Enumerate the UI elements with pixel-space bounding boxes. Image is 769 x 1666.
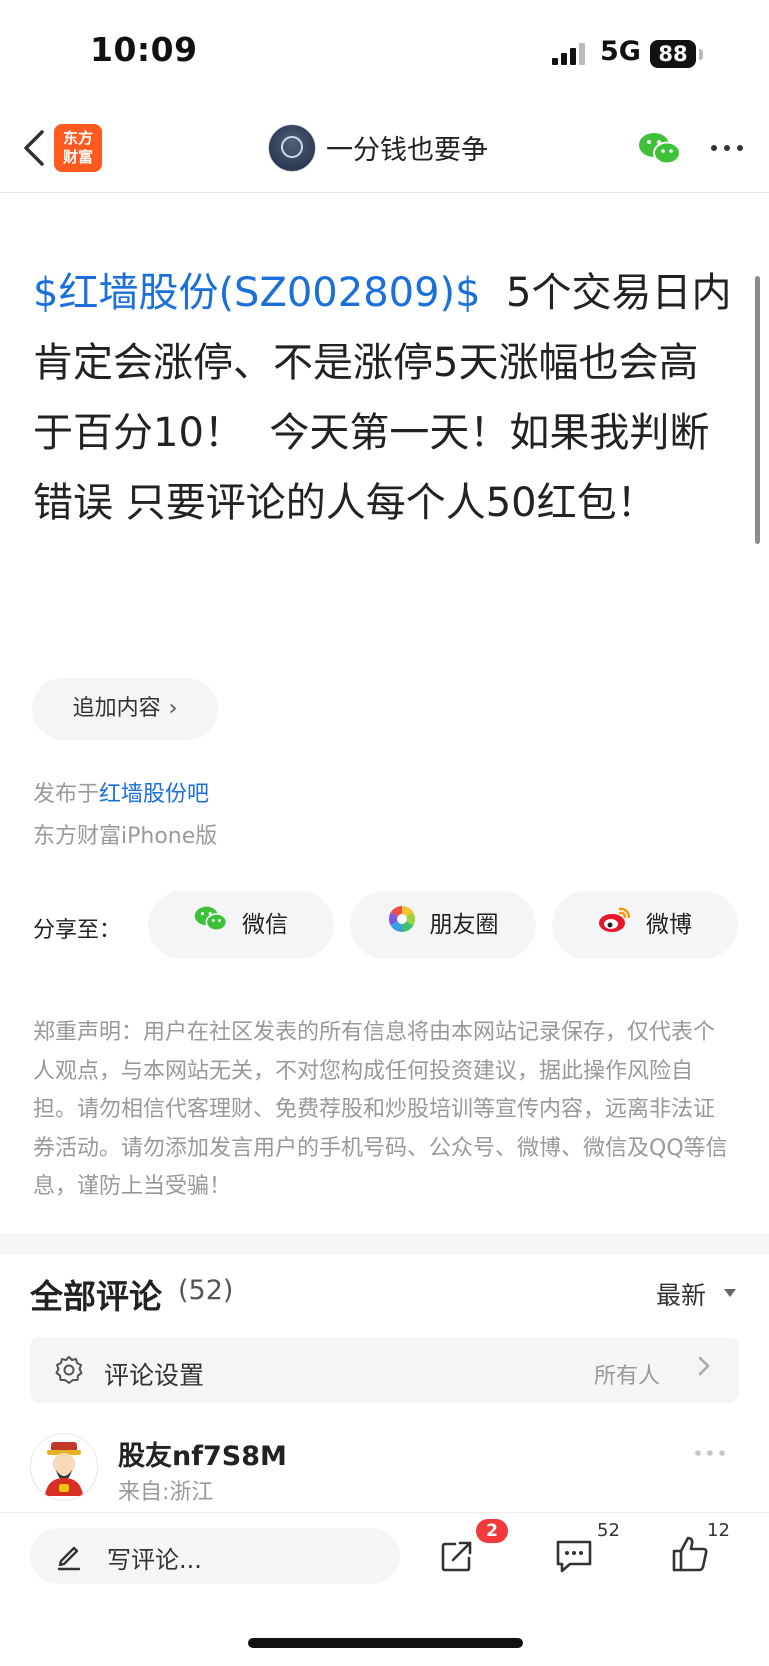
stock-tag-link[interactable]: $红墙股份(SZ002809)$ [33,270,481,316]
share-moments-label: 朋友圈 [429,912,499,938]
scrollbar[interactable] [755,276,760,544]
post-content: $红墙股份(SZ002809)$ 5个交易日内肯定会涨停、不是涨停5天涨幅也会高… [33,258,733,538]
comment-input[interactable] [30,1528,400,1584]
share-moments-button[interactable]: 朋友圈 [350,891,536,959]
comment-count: 52 [597,1520,620,1541]
commenter-location: 来自:浙江 [118,1480,214,1505]
wechat-icon [194,892,228,960]
more-icon[interactable] [694,1437,726,1467]
disclaimer-text: 郑重声明：用户在社区发表的所有信息将由本网站记录保存，仅代表个人观点，与本网站无… [33,1020,728,1199]
author-name[interactable]: 一分钱也要争 [326,128,488,167]
published-prefix: 发布于 [33,782,100,807]
network-type: 5G [600,36,641,67]
sort-selector[interactable]: 最新 [656,1276,706,1312]
share-weibo-label: 微博 [646,912,692,938]
commenter-name[interactable]: 股友nf7S8M [118,1434,287,1473]
battery-icon: 88 [650,40,696,68]
weibo-icon [598,892,632,960]
author-avatar[interactable] [268,124,316,172]
section-divider [0,1233,769,1255]
more-icon[interactable] [710,127,744,165]
share-icon[interactable] [439,1538,475,1574]
comment-placeholder: 写评论... [107,1546,202,1574]
share-label: 分享至： [33,918,122,943]
app-logo[interactable]: 东方 财富 [54,124,102,172]
comment-settings-label: 评论设置 [104,1361,205,1390]
chevron-right-icon: › [168,696,178,721]
thumbs-up-icon[interactable] [670,1534,710,1574]
logo-line-1: 东方 [62,129,93,147]
comment-icon[interactable] [554,1538,594,1574]
wechat-icon[interactable] [638,131,682,167]
share-badge: 2 [476,1519,508,1543]
chevron-left-icon[interactable] [20,126,46,178]
client-source: 东方财富iPhone版 [33,824,218,849]
comments-title: 全部评论 [30,1277,162,1316]
pencil-icon [56,1541,82,1571]
home-indicator[interactable] [248,1638,523,1648]
gear-icon [54,1355,84,1385]
forum-link[interactable]: 红墙股份吧 [99,782,209,807]
share-weibo-button[interactable]: 微博 [552,891,738,959]
moments-icon [388,892,416,960]
comments-count: (52) [178,1275,234,1306]
logo-line-2: 财富 [62,148,93,166]
status-time: 10:09 [90,30,198,69]
like-count: 12 [707,1520,730,1541]
published-in: 发布于红墙股份吧 [33,776,209,808]
append-label: 追加内容 [72,696,161,721]
append-content-button[interactable]: 追加内容 › [32,678,218,740]
chevron-right-icon [696,1352,712,1387]
comment-settings-value: 所有人 [594,1364,661,1389]
share-wechat-label: 微信 [242,912,288,938]
signal-icon [552,43,586,65]
battery-tip [699,49,703,60]
commenter-avatar[interactable] [30,1433,98,1501]
caret-down-icon[interactable] [724,1289,736,1297]
share-wechat-button[interactable]: 微信 [148,891,334,959]
